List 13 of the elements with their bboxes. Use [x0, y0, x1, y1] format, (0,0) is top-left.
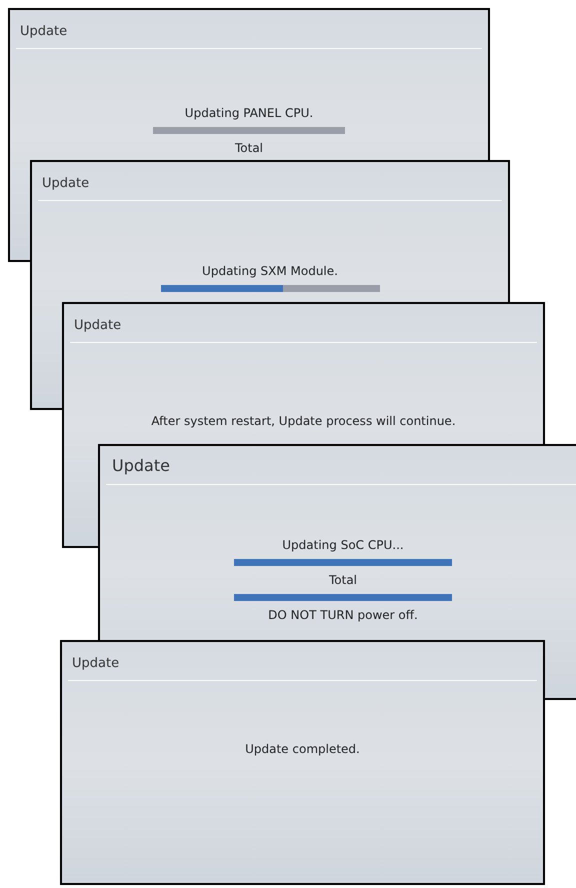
status-message: DO NOT TURN power off.: [268, 607, 418, 623]
status-message: After system restart, Update process will continue.: [151, 413, 456, 429]
screen-title: Update: [73, 318, 122, 333]
status-message: Total: [234, 140, 264, 156]
screen-title: Update: [41, 176, 90, 191]
screen-title: Update: [111, 456, 170, 475]
screen-title: Update: [71, 656, 120, 671]
status-message: Updating SXM Module.: [202, 263, 338, 279]
screen-title: Update: [19, 24, 68, 39]
status-message: Updating SoC CPU...: [282, 537, 404, 553]
status-message: Updating PANEL CPU.: [184, 105, 314, 121]
status-message: Update completed.: [245, 741, 360, 757]
status-message: Total: [328, 572, 358, 588]
